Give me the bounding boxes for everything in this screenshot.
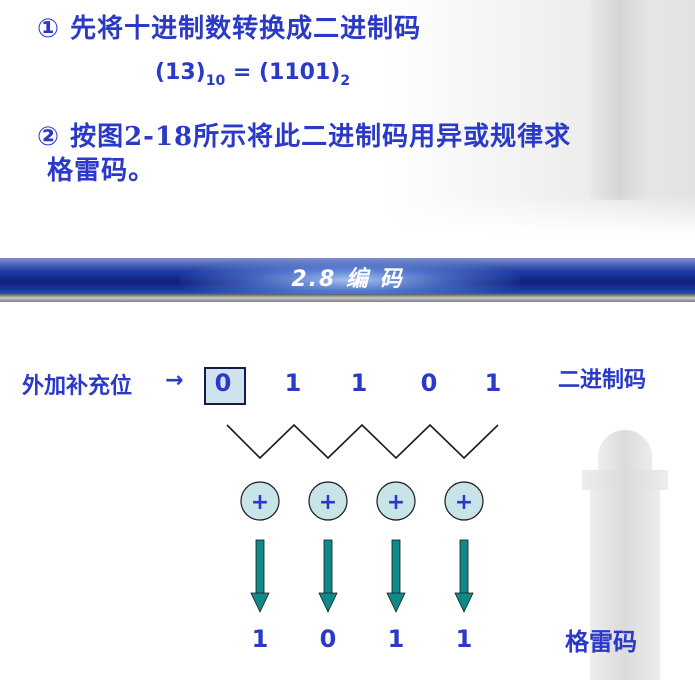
xor-gate: +	[444, 481, 484, 521]
gray-digit: 0	[319, 625, 337, 653]
gray-digit: 1	[251, 625, 269, 653]
down-arrow-icon	[318, 539, 338, 613]
gray-digit: 1	[455, 625, 473, 653]
svg-text:+: +	[455, 490, 473, 515]
xor-diagram: + + + +	[226, 423, 499, 613]
svg-text:+: +	[251, 490, 269, 515]
down-arrow-icon	[454, 539, 474, 613]
xor-gate: +	[376, 481, 416, 521]
svg-text:+: +	[319, 490, 337, 515]
xor-gate: +	[308, 481, 348, 521]
down-arrow-icon	[250, 539, 270, 613]
down-arrow-icon	[386, 539, 406, 613]
svg-text:+: +	[387, 490, 405, 515]
zigzag-connector	[226, 423, 499, 460]
xor-gate: +	[240, 481, 280, 521]
gray-digit: 1	[387, 625, 405, 653]
gray-code-label: 格雷码	[565, 628, 637, 656]
